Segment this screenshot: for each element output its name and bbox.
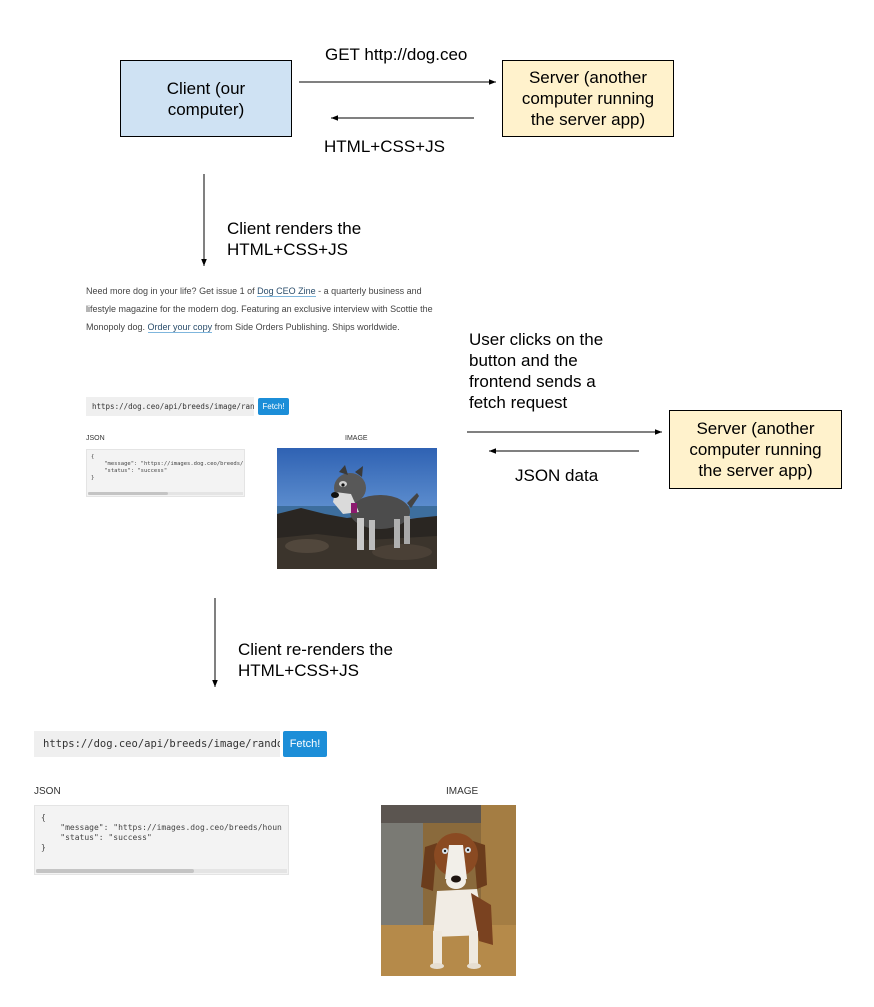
server-box-top: Server (another computer running the ser…: [502, 60, 674, 137]
server-box-middle: Server (another computer running the ser…: [669, 410, 842, 489]
json-scrollbar-large[interactable]: [36, 869, 287, 873]
image-caption-large: IMAGE: [446, 786, 479, 797]
zine-text-before: Need more dog in your life? Get issue 1 …: [86, 286, 258, 296]
hound-photo: [381, 805, 516, 976]
json-caption-small: JSON: [86, 435, 105, 442]
client-label: Client (our computer): [166, 78, 246, 119]
client-box: Client (our computer): [120, 60, 292, 137]
fetch-label-small: Fetch!: [262, 402, 285, 411]
zine-paragraph: Need more dog in your life? Get issue 1 …: [86, 282, 451, 336]
schnauzer-image: [277, 448, 437, 569]
json-scroll-thumb-small[interactable]: [88, 492, 168, 495]
order-copy-link[interactable]: Order your copy: [147, 322, 213, 333]
dog-ceo-zine-link[interactable]: Dog CEO Zine: [257, 286, 316, 297]
response-label: HTML+CSS+JS: [324, 137, 445, 156]
json-data-label: JSON data: [515, 466, 599, 485]
json-text-large: { "message": "https://images.dog.ceo/bre…: [41, 813, 282, 852]
image-caption-small: IMAGE: [345, 435, 368, 442]
schnauzer-photo: [277, 448, 437, 569]
zine-text-after: from Side Orders Publishing. Ships world…: [212, 322, 400, 332]
url-input-small[interactable]: https://dog.ceo/api/breeds/image/random: [86, 397, 254, 416]
rerender-label: Client re-renders the HTML+CSS+JS: [238, 640, 393, 680]
json-output-large[interactable]: { "message": "https://images.dog.ceo/bre…: [34, 805, 289, 875]
fetch-button-large[interactable]: Fetch!: [283, 731, 327, 757]
json-scrollbar-small[interactable]: [88, 492, 243, 495]
hound-image: [381, 805, 516, 976]
json-caption-large: JSON: [34, 786, 61, 797]
json-output-small[interactable]: { "message": "https://images.dog.ceo/bre…: [86, 449, 245, 497]
fetch-button-small[interactable]: Fetch!: [258, 398, 289, 415]
json-scroll-thumb-large[interactable]: [36, 869, 194, 873]
click-label: User clicks on the button and the fronte…: [469, 330, 604, 412]
render-label: Client renders the HTML+CSS+JS: [227, 219, 362, 259]
request-label: GET http://dog.ceo: [325, 45, 468, 64]
url-input-large[interactable]: https://dog.ceo/api/breeds/image/random: [34, 731, 280, 757]
fetch-label-large: Fetch!: [289, 738, 321, 750]
server-label-middle: Server (another computer running the ser…: [689, 419, 822, 480]
url-value-small: https://dog.ceo/api/breeds/image/random: [92, 402, 254, 411]
server-label-top: Server (another computer running the ser…: [521, 68, 655, 129]
url-value-large: https://dog.ceo/api/breeds/image/random: [43, 738, 280, 750]
json-text-small: { "message": "https://images.dog.ceo/bre…: [91, 454, 244, 481]
